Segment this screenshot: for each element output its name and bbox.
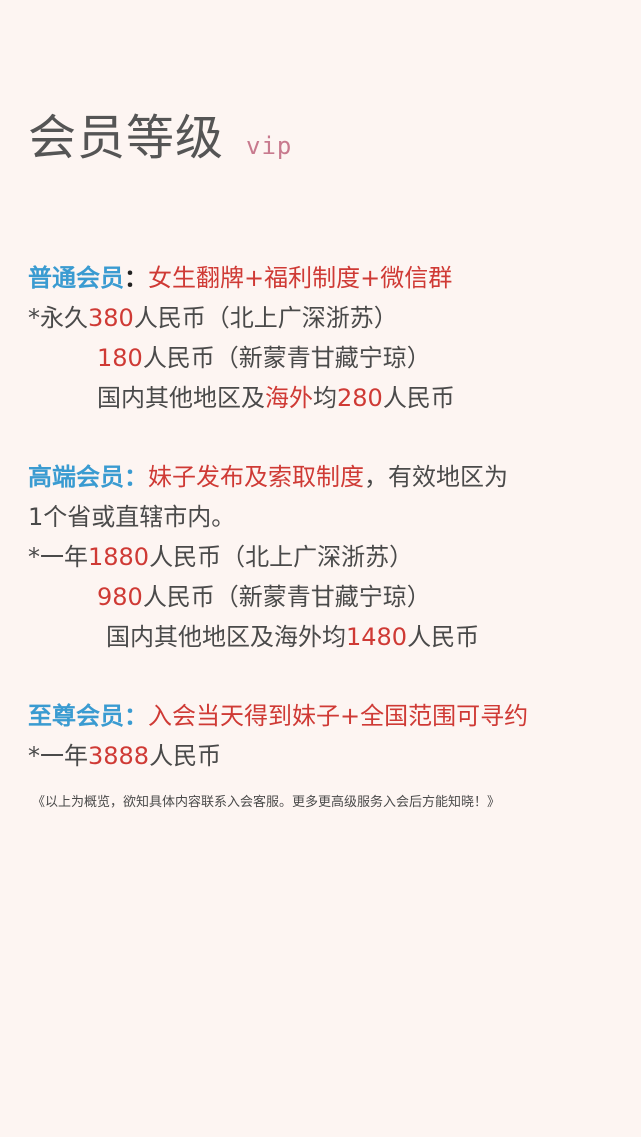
normal-price-3-prefix: 国内其他地区及 [97,384,265,412]
supreme-tier-name: 至尊会员 [28,702,124,730]
normal-price-3-suffix: 人民币 [382,384,455,412]
normal-tier-name: 普通会员 [28,264,124,292]
supreme-tier-colon: ： [124,702,148,730]
normal-price-line-2: 180人民币（新蒙青甘藏宁琼） [97,342,431,374]
header: 会员等级 vip [28,98,292,168]
high-tier-desc-line-2: 1个省或直辖市内。 [28,501,235,533]
high-price-1-prefix: *一年 [28,543,88,571]
supreme-price-1: 3888 [88,742,150,770]
high-price-line-2: 980人民币（新蒙青甘藏宁琼） [97,581,431,613]
page-title: 会员等级 [28,110,225,166]
footer-note: 《以上为概览，欲知具体内容联系入会客服。更多更高级服务入会后方能知晓！》 [32,795,501,810]
high-tier-desc-2: 1个省或直辖市内。 [28,503,236,531]
high-price-3-suffix: 人民币 [407,623,480,651]
normal-price-2-suffix: 人民币（新蒙青甘藏宁琼） [142,344,431,372]
normal-price-3-overseas: 海外 [265,384,313,412]
normal-tier-benefits: 女生翻牌+福利制度+微信群 [148,264,453,292]
high-tier-colon: ： [124,463,148,491]
supreme-price-1-prefix: *一年 [28,742,88,770]
high-price-3-prefix: 国内其他地区及海外均 [106,623,346,651]
high-price-2-suffix: 人民币（新蒙青甘藏宁琼） [142,583,431,611]
normal-price-1: 380 [88,304,134,332]
high-price-line-1: *一年1880人民币（北上广深浙苏） [28,541,413,573]
normal-price-3: 280 [337,384,383,412]
high-price-1-suffix: 人民币（北上广深浙苏） [149,543,414,571]
page-subtitle: vip [246,132,293,160]
normal-price-line-1: *永久380人民币（北上广深浙苏） [28,302,398,334]
membership-page: 会员等级 vip 普通会员：女生翻牌+福利制度+微信群 *永久380人民币（北上广… [0,0,641,1137]
normal-price-2: 180 [97,344,143,372]
high-tier-benefits: 妹子发布及索取制度 [148,463,364,491]
normal-price-line-3: 国内其他地区及海外均280人民币 [97,382,455,414]
normal-price-1-prefix: *永久 [28,304,88,332]
high-price-3: 1480 [346,623,408,651]
high-tier-name: 高端会员 [28,463,124,491]
normal-tier-colon: ： [124,264,148,292]
supreme-tier-benefits: 入会当天得到妹子+全国范围可寻约 [148,702,529,730]
supreme-price-line-1: *一年3888人民币 [28,740,221,772]
high-tier-desc: ，有效地区为 [364,463,508,491]
high-price-1: 1880 [88,543,150,571]
normal-price-3-mid: 均 [313,384,337,412]
high-price-2: 980 [97,583,143,611]
high-tier-heading: 高端会员：妹子发布及索取制度，有效地区为 [28,461,508,493]
normal-price-1-suffix: 人民币（北上广深浙苏） [133,304,398,332]
supreme-tier-heading: 至尊会员：入会当天得到妹子+全国范围可寻约 [28,700,528,732]
supreme-price-1-suffix: 人民币 [149,742,222,770]
high-price-line-3: 国内其他地区及海外均1480人民币 [106,621,479,653]
normal-tier-heading: 普通会员：女生翻牌+福利制度+微信群 [28,262,452,294]
